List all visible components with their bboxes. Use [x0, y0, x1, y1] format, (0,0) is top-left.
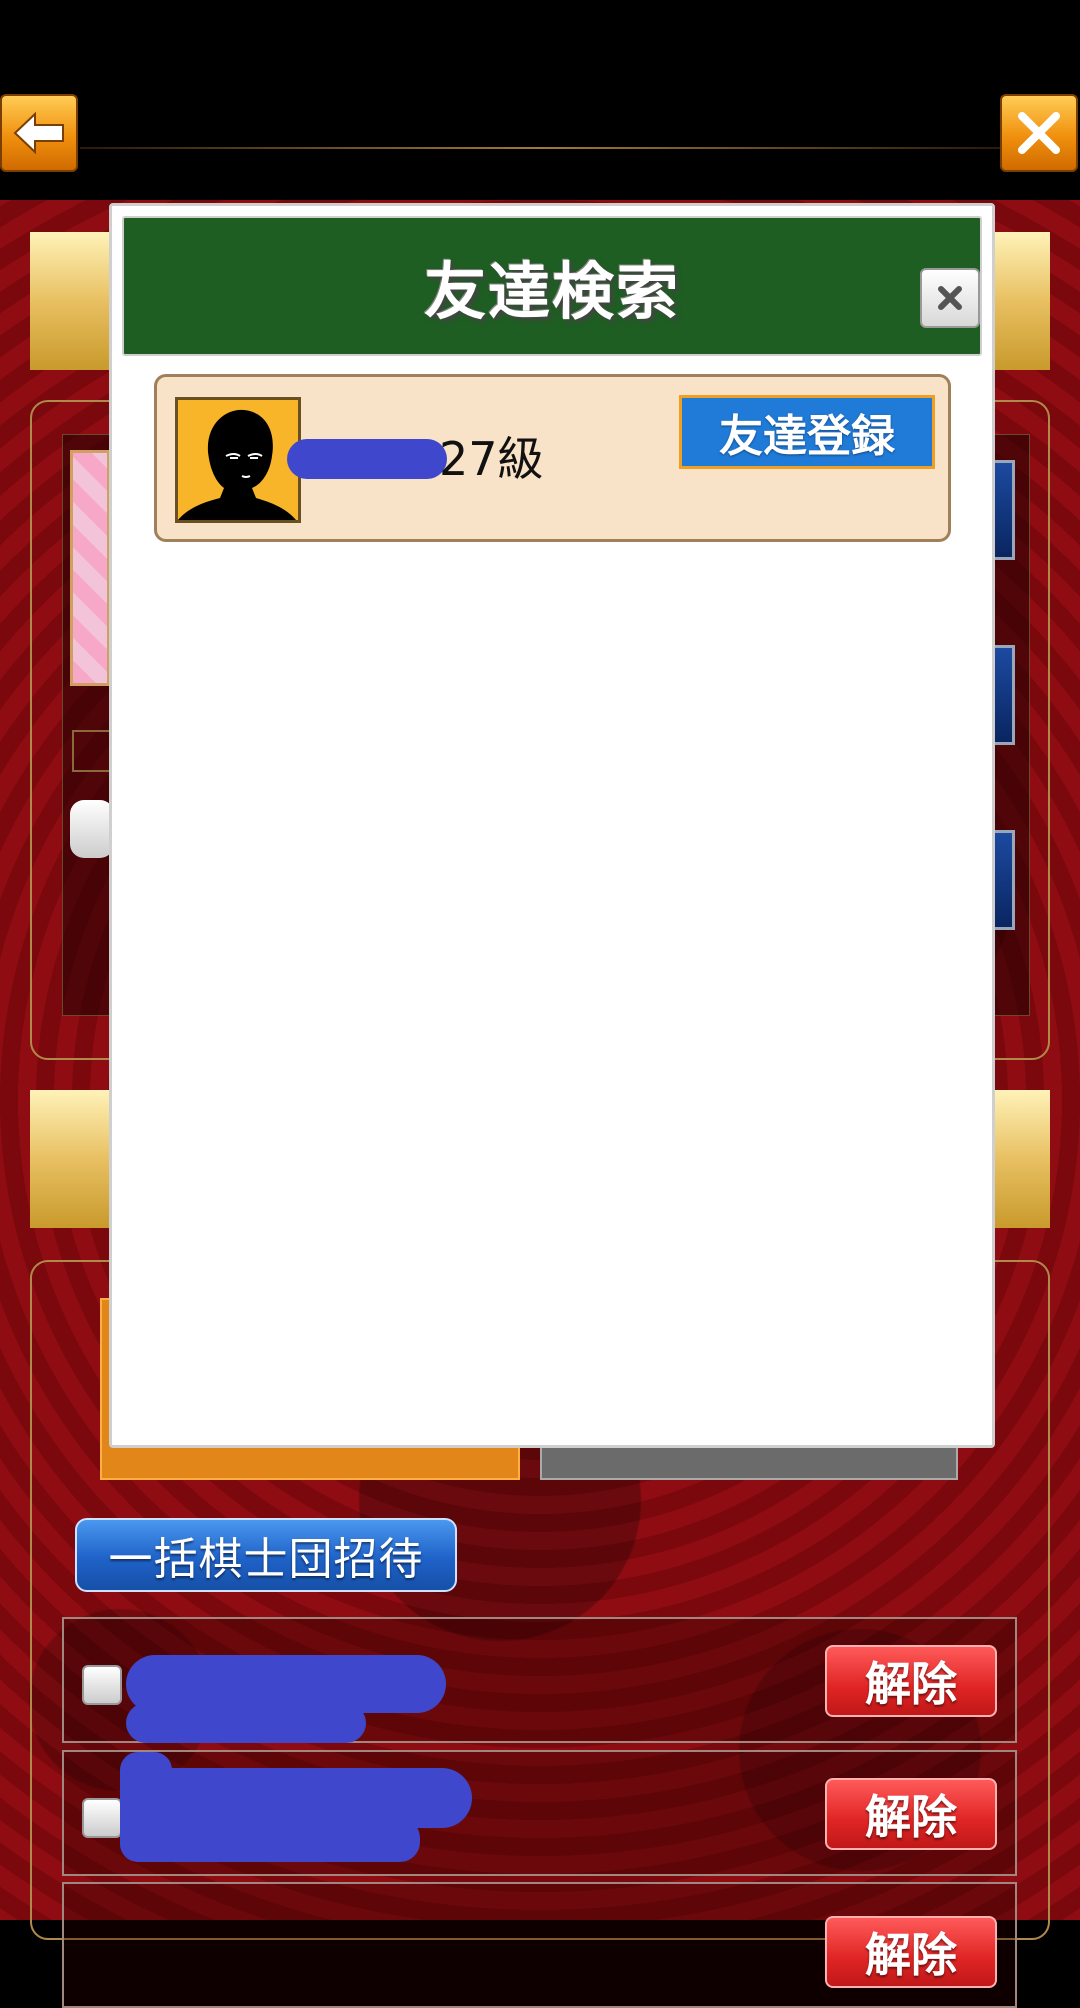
top-divider: [80, 147, 1000, 149]
close-x-icon: [938, 286, 962, 310]
bulk-invite-button[interactable]: 一括棋士団招待: [75, 1518, 457, 1592]
row-checkbox[interactable]: [82, 1665, 122, 1705]
search-result-row: 27級 友達登録: [154, 374, 951, 542]
back-button[interactable]: [0, 94, 78, 172]
release-button[interactable]: 解除: [825, 1645, 997, 1717]
profile-button[interactable]: [70, 800, 114, 858]
row-checkbox[interactable]: [82, 1798, 122, 1838]
add-friend-button[interactable]: 友達登録: [679, 395, 935, 469]
member-row: 解除: [62, 1750, 1017, 1876]
dialog-header: 友達検索: [122, 216, 982, 356]
member-row: 解除: [62, 1882, 1017, 2008]
profile-field: [72, 730, 112, 772]
close-button[interactable]: [1000, 94, 1078, 172]
redacted-name: [126, 1703, 366, 1743]
dialog-close-button[interactable]: [920, 268, 980, 328]
member-row: 解除: [62, 1617, 1017, 1743]
release-button[interactable]: 解除: [825, 1916, 997, 1988]
friend-search-dialog: 友達検索 27級 友達登録: [109, 203, 995, 1448]
silhouette-avatar-icon: [178, 409, 296, 520]
user-rank: 27級: [439, 432, 544, 486]
avatar: [175, 397, 301, 523]
release-button[interactable]: 解除: [825, 1778, 997, 1850]
redacted-name: [120, 1818, 420, 1862]
close-x-icon: [1018, 112, 1060, 154]
redacted-username: [287, 439, 447, 479]
profile-card: [70, 450, 110, 686]
dialog-title: 友達検索: [423, 255, 680, 328]
top-bar: [0, 0, 1080, 200]
left-arrow-icon: [13, 111, 64, 155]
